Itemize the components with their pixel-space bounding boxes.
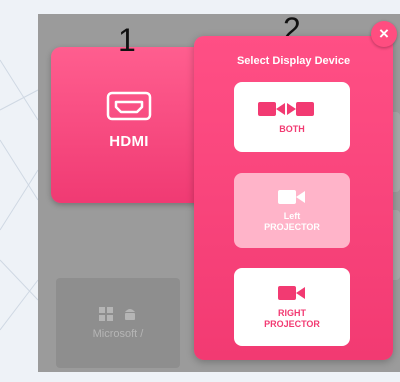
option-sublabel: PROJECTOR [264, 222, 320, 232]
windows-icon [99, 307, 113, 321]
option-label: Left [283, 211, 301, 221]
display-both-button[interactable]: BOTH [234, 82, 350, 152]
close-button[interactable]: × [371, 21, 397, 47]
close-icon: × [379, 24, 389, 43]
hdmi-label: HDMI [109, 133, 149, 150]
device-panel-title: Select Display Device [236, 55, 351, 67]
dual-camera-icon [258, 101, 314, 116]
display-right-projector-button[interactable]: RIGHT PROJECTOR [234, 268, 350, 346]
camera-icon [278, 190, 305, 204]
tile-label: Microsoft / [92, 328, 144, 340]
option-sublabel: PROJECTOR [264, 319, 320, 329]
android-icon [125, 309, 135, 320]
microsoft-android-tile: Microsoft / [56, 278, 180, 368]
display-device-panel: Select Display Device BOTH Left PROJECTO… [194, 36, 393, 360]
option-label: BOTH [279, 123, 305, 134]
option-label: RIGHT [278, 308, 306, 318]
camera-icon [278, 286, 305, 300]
display-left-projector-button[interactable]: Left PROJECTOR [234, 173, 350, 248]
hdmi-source-card[interactable]: HDMI [51, 47, 215, 203]
annotation-marker-1: 1 [118, 22, 136, 58]
hdmi-port-icon [106, 91, 152, 121]
